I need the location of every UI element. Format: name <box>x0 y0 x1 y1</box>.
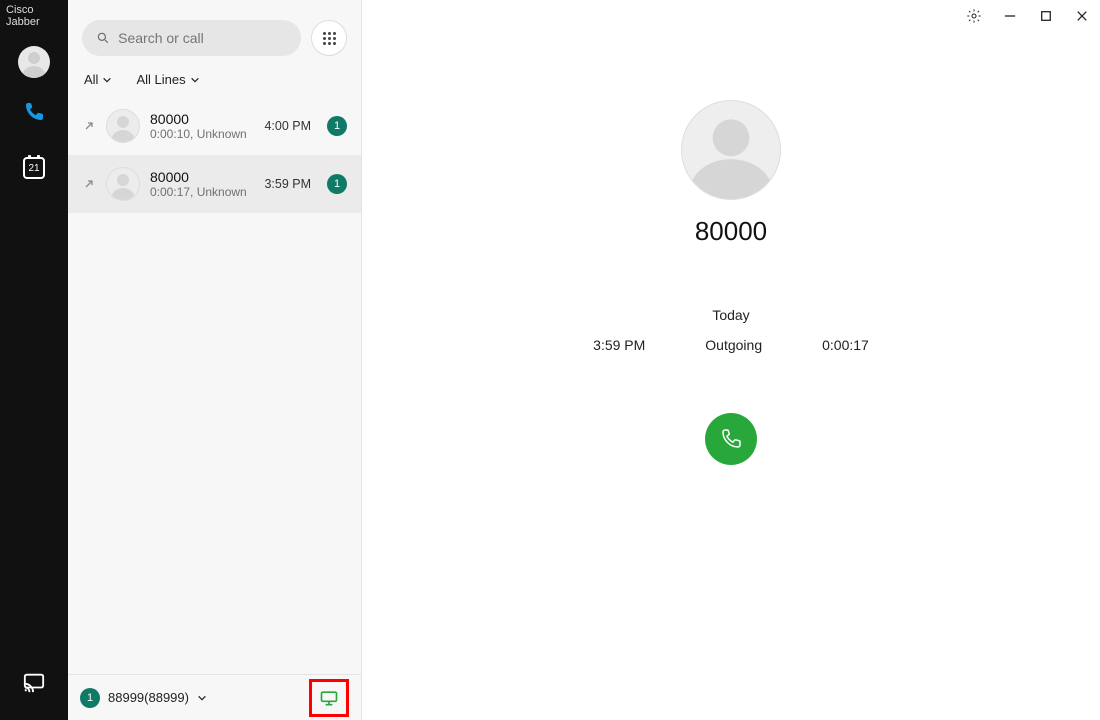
outgoing-arrow-icon <box>82 120 96 132</box>
line-badge: 1 <box>327 116 347 136</box>
person-icon <box>107 109 139 143</box>
detail-call-row: 3:59 PM Outgoing 0:00:17 <box>593 337 869 353</box>
device-computer-button[interactable] <box>309 679 349 717</box>
chevron-down-icon <box>190 75 200 85</box>
filter-lines-label: All Lines <box>136 72 185 87</box>
call-item[interactable]: 80000 0:00:17, Unknown 3:59 PM 1 <box>68 155 361 213</box>
list-footer: 1 88999(88999) <box>68 674 361 720</box>
call-item-sub: 0:00:17, Unknown <box>150 185 254 199</box>
outgoing-arrow-icon <box>82 178 96 190</box>
call-item[interactable]: 80000 0:00:10, Unknown 4:00 PM 1 <box>68 97 361 155</box>
minimize-icon <box>1004 10 1016 22</box>
detail-time: 3:59 PM <box>593 337 645 353</box>
close-icon <box>1076 10 1088 22</box>
maximize-icon <box>1040 10 1052 22</box>
call-list-panel: All All Lines <box>68 0 362 720</box>
detail-pane: 80000 Today 3:59 PM Outgoing 0:00:17 <box>362 0 1100 720</box>
cast-icon <box>23 671 45 693</box>
left-navbar: Cisco Jabber 21 <box>0 0 68 720</box>
dialpad-icon <box>323 32 336 45</box>
filter-scope-label: All <box>84 72 98 87</box>
nav-calendar[interactable]: 21 <box>0 146 68 190</box>
person-icon <box>107 167 139 201</box>
monitor-icon <box>319 688 339 708</box>
detail-duration: 0:00:17 <box>822 337 869 353</box>
search-icon <box>96 30 110 46</box>
calendar-icon: 21 <box>23 157 45 179</box>
detail-section-label: Today <box>712 307 749 323</box>
call-button[interactable] <box>705 413 757 465</box>
settings-button[interactable] <box>964 6 984 26</box>
call-item-time: 3:59 PM <box>264 177 311 191</box>
nav-calls[interactable] <box>0 90 68 134</box>
filter-lines[interactable]: All Lines <box>136 72 199 87</box>
calendar-day: 21 <box>28 163 39 174</box>
dialpad-button[interactable] <box>311 20 347 56</box>
chevron-down-icon[interactable] <box>197 693 207 703</box>
footer-line-badge: 1 <box>80 688 100 708</box>
app-title: Cisco Jabber <box>0 0 68 32</box>
phone-icon <box>22 100 46 124</box>
window-maximize[interactable] <box>1036 6 1056 26</box>
call-item-time: 4:00 PM <box>264 119 311 133</box>
call-item-name: 80000 <box>150 111 254 127</box>
search-input[interactable] <box>118 30 287 46</box>
phone-icon <box>719 427 743 451</box>
gear-icon <box>966 8 982 24</box>
filter-scope[interactable]: All <box>84 72 112 87</box>
chevron-down-icon <box>102 75 112 85</box>
contact-avatar <box>106 109 140 143</box>
detail-name: 80000 <box>695 216 767 247</box>
contact-avatar <box>106 167 140 201</box>
window-close[interactable] <box>1072 6 1092 26</box>
person-icon <box>682 100 780 200</box>
call-item-sub: 0:00:10, Unknown <box>150 127 254 141</box>
line-badge: 1 <box>327 174 347 194</box>
footer-line-label: 88999(88999) <box>108 690 189 705</box>
detail-direction: Outgoing <box>705 337 762 353</box>
nav-cast[interactable] <box>0 660 68 704</box>
person-icon <box>18 46 50 78</box>
detail-avatar <box>681 100 781 200</box>
search-box[interactable] <box>82 20 301 56</box>
window-minimize[interactable] <box>1000 6 1020 26</box>
call-item-name: 80000 <box>150 169 254 185</box>
self-avatar[interactable] <box>18 46 50 78</box>
